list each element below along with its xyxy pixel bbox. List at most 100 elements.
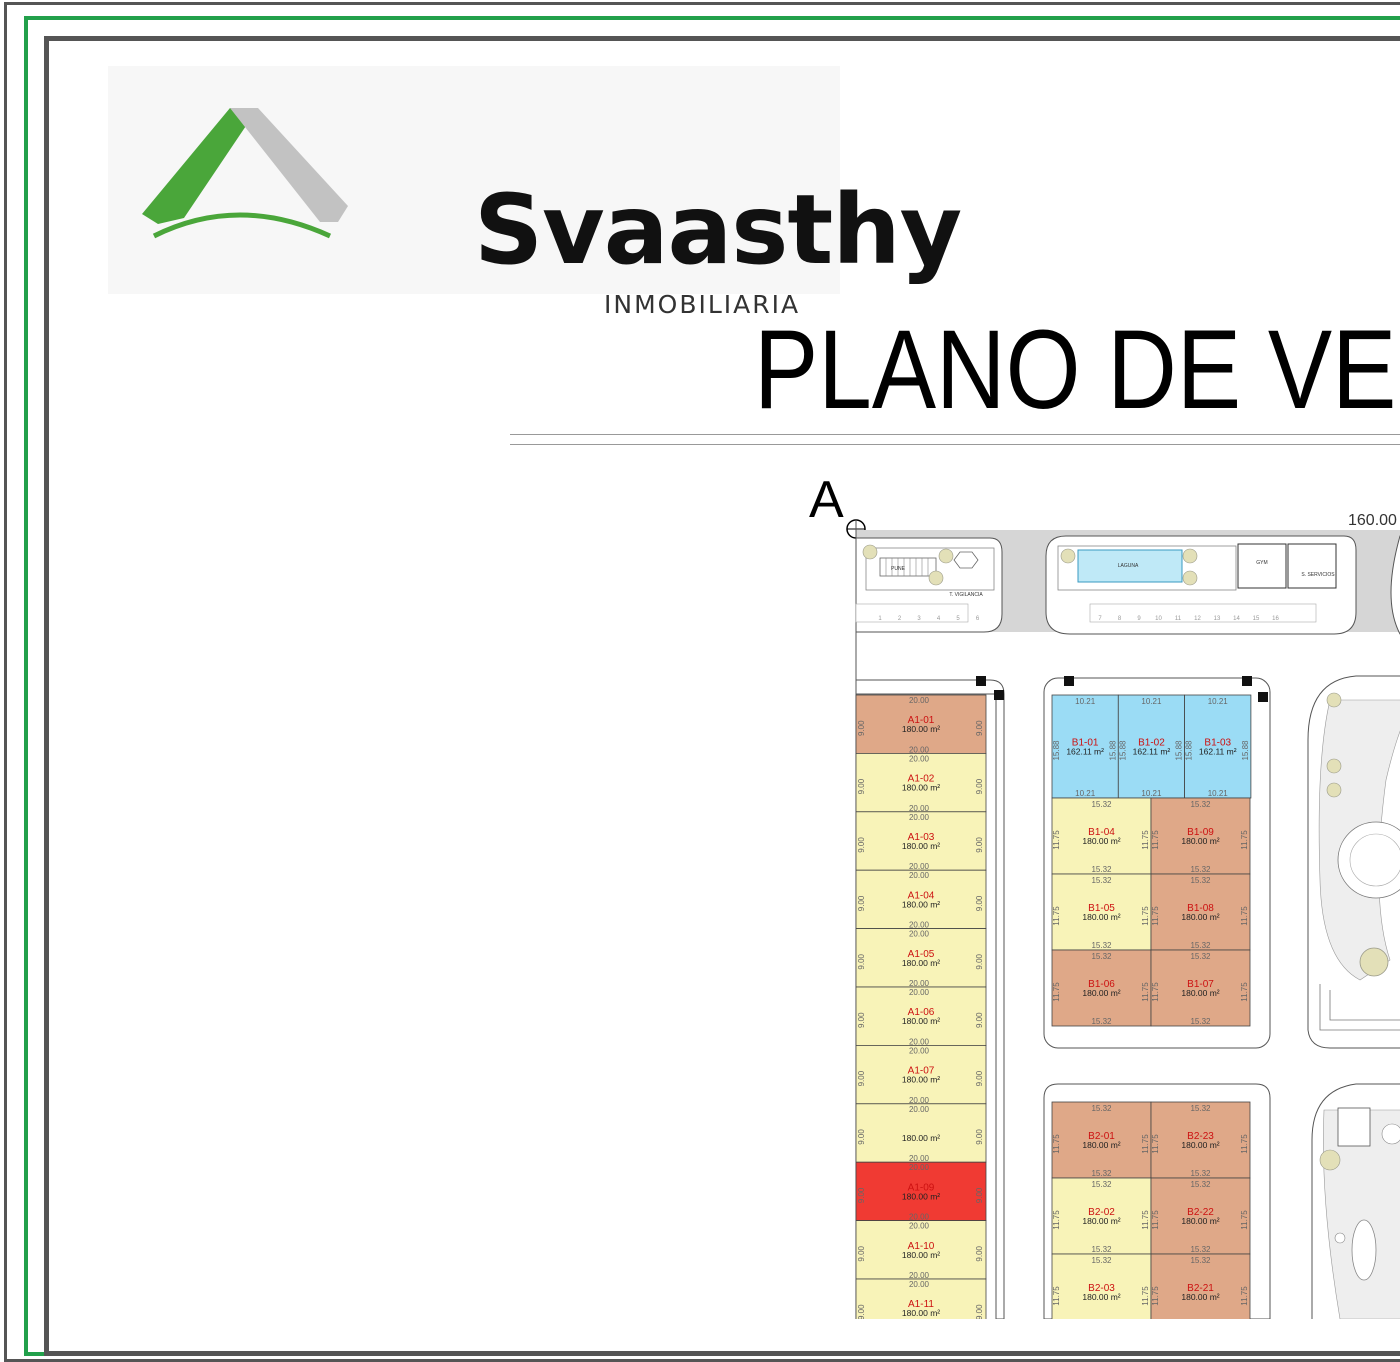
lot-area: 180.00 m² bbox=[1181, 1140, 1219, 1150]
dimension-label: 11.75 bbox=[1240, 906, 1249, 926]
dimension-label: 9.00 bbox=[857, 895, 866, 911]
lot-area: 180.00 m² bbox=[902, 1308, 940, 1318]
dimension-label: 10.21 bbox=[1075, 789, 1096, 798]
dimension-label: 11.75 bbox=[1141, 982, 1150, 1002]
lot-area: 180.00 m² bbox=[1082, 1292, 1120, 1302]
dimension-label: 20.00 bbox=[909, 696, 930, 705]
dimension-label: 11.75 bbox=[1141, 1286, 1150, 1306]
dimension-label: 11.75 bbox=[1141, 1134, 1150, 1154]
dimension-label: 20.00 bbox=[909, 988, 930, 997]
dimension-label: 15.32 bbox=[1190, 1104, 1211, 1113]
parking-number: 10 bbox=[1155, 616, 1162, 622]
lot-area: 162.11 m² bbox=[1133, 747, 1171, 757]
dimension-label: 11.75 bbox=[1141, 830, 1150, 850]
tree-icon bbox=[1060, 548, 1076, 564]
parking-number: 14 bbox=[1233, 616, 1240, 622]
lot-area: 180.00 m² bbox=[902, 724, 940, 734]
dimension-label: 11.75 bbox=[1141, 1210, 1150, 1230]
dimension-label: 9.00 bbox=[857, 1012, 866, 1028]
dimension-label: 15.32 bbox=[1091, 1169, 1112, 1178]
parking-number: 16 bbox=[1272, 616, 1279, 622]
dimension-label: 15.32 bbox=[1091, 1104, 1112, 1113]
tree-icon bbox=[1326, 692, 1342, 708]
parking-number: 11 bbox=[1175, 616, 1182, 622]
dimension-label: 9.00 bbox=[975, 1245, 984, 1261]
tree-icon bbox=[1319, 1149, 1341, 1171]
dimension-label: 15.88 bbox=[1108, 740, 1117, 761]
dimension-label: 15.32 bbox=[1091, 1245, 1112, 1254]
amenity-label: T. VIGILANCIA bbox=[949, 592, 983, 598]
dimension-label: 9.00 bbox=[975, 1070, 984, 1086]
lot-area: 180.00 m² bbox=[1082, 836, 1120, 846]
tree-icon bbox=[1182, 570, 1198, 586]
dimension-label: 11.75 bbox=[1240, 830, 1249, 850]
amenity-label: GYM bbox=[1256, 560, 1267, 566]
tree-icon bbox=[1326, 758, 1342, 774]
dimension-label: 11.75 bbox=[1052, 982, 1061, 1002]
dimension-label: 20.00 bbox=[909, 745, 930, 754]
amenity-label: PUNE bbox=[891, 566, 906, 572]
dimension-label: 10.21 bbox=[1141, 697, 1162, 706]
dimension-label: 20.00 bbox=[909, 1280, 930, 1289]
lot-area: 180.00 m² bbox=[902, 1133, 940, 1143]
parking-row-1 bbox=[855, 603, 969, 623]
corner-post-icon bbox=[1064, 676, 1074, 686]
dimension-label: 15.32 bbox=[1091, 865, 1112, 874]
dimension-label: 9.00 bbox=[857, 778, 866, 794]
lot-area: 180.00 m² bbox=[1181, 1216, 1219, 1226]
tree-icon bbox=[1326, 782, 1342, 798]
dimension-label: 15.32 bbox=[1091, 952, 1112, 961]
dimension-label: 20.00 bbox=[909, 1154, 930, 1163]
dimension-label: 11.75 bbox=[1151, 830, 1160, 850]
dimension-label: 11.75 bbox=[1240, 1286, 1249, 1306]
parking-number: 12 bbox=[1194, 616, 1201, 622]
dimension-label: 20.00 bbox=[909, 1046, 930, 1055]
dimension-label: 20.00 bbox=[909, 1213, 930, 1222]
amenity-label: S. SERVICIOS bbox=[1301, 572, 1335, 578]
dimension-label: 15.32 bbox=[1190, 865, 1211, 874]
corner-post-icon bbox=[994, 690, 1004, 700]
dimension-label: 9.00 bbox=[857, 720, 866, 736]
gym-building bbox=[1237, 543, 1287, 589]
lot-area: 162.11 m² bbox=[1066, 747, 1104, 757]
lot-area: 180.00 m² bbox=[1181, 988, 1219, 998]
lot-area: 180.00 m² bbox=[1082, 912, 1120, 922]
tree-icon bbox=[862, 544, 878, 560]
dimension-label: 11.75 bbox=[1052, 830, 1061, 850]
dimension-label: 9.00 bbox=[975, 1187, 984, 1203]
lot-area: 180.00 m² bbox=[902, 899, 940, 909]
block-b1-lots: B1-04180.00 m²15.3215.3211.75 11.75 B1-091… bbox=[1051, 797, 1251, 1027]
dimension-label: 20.00 bbox=[909, 979, 930, 988]
dimension-label: 9.00 bbox=[857, 1304, 866, 1319]
lot-area: 180.00 m² bbox=[902, 1191, 940, 1201]
dimension-label: 9.00 bbox=[857, 953, 866, 969]
dimension-label: 9.00 bbox=[975, 1012, 984, 1028]
corner-post-icon bbox=[976, 676, 986, 686]
dimension-label: 10.21 bbox=[1208, 789, 1229, 798]
dimension-label: 9.00 bbox=[975, 953, 984, 969]
dimension-label: 20.00 bbox=[909, 804, 930, 813]
dimension-label: 10.21 bbox=[1075, 697, 1096, 706]
dimension-label: 11.75 bbox=[1052, 1286, 1061, 1306]
dimension-label: 15.32 bbox=[1190, 1017, 1211, 1026]
dimension-label: 15.88 bbox=[1118, 740, 1127, 761]
dimension-label: 11.75 bbox=[1240, 1210, 1249, 1230]
dimension-label: 9.00 bbox=[975, 837, 984, 853]
dimension-label: 9.00 bbox=[857, 837, 866, 853]
dimension-label: 11.75 bbox=[1151, 1134, 1160, 1154]
dimension-label: 20.00 bbox=[909, 862, 930, 871]
dimension-label: 9.00 bbox=[975, 778, 984, 794]
dimension-label: 15.32 bbox=[1190, 1169, 1211, 1178]
dimension-label: 15.32 bbox=[1190, 952, 1211, 961]
lot-area: 180.00 m² bbox=[902, 841, 940, 851]
dimension-label: 15.32 bbox=[1190, 1245, 1211, 1254]
dimension-label: 20.00 bbox=[909, 921, 930, 930]
site-plan: PUNE T. VIGILANCIA LAGUNA GYM S. SERVICIOS 1 2… bbox=[846, 519, 1400, 1319]
dimension-label: 11.75 bbox=[1052, 1210, 1061, 1230]
dimension-label: 15.88 bbox=[1241, 740, 1250, 761]
dimension-label: 15.32 bbox=[1091, 1017, 1112, 1026]
dimension-label: 9.00 bbox=[975, 895, 984, 911]
dimension-label: 15.32 bbox=[1091, 941, 1112, 950]
dimension-label: 11.75 bbox=[1151, 982, 1160, 1002]
tree-icon bbox=[938, 548, 954, 564]
